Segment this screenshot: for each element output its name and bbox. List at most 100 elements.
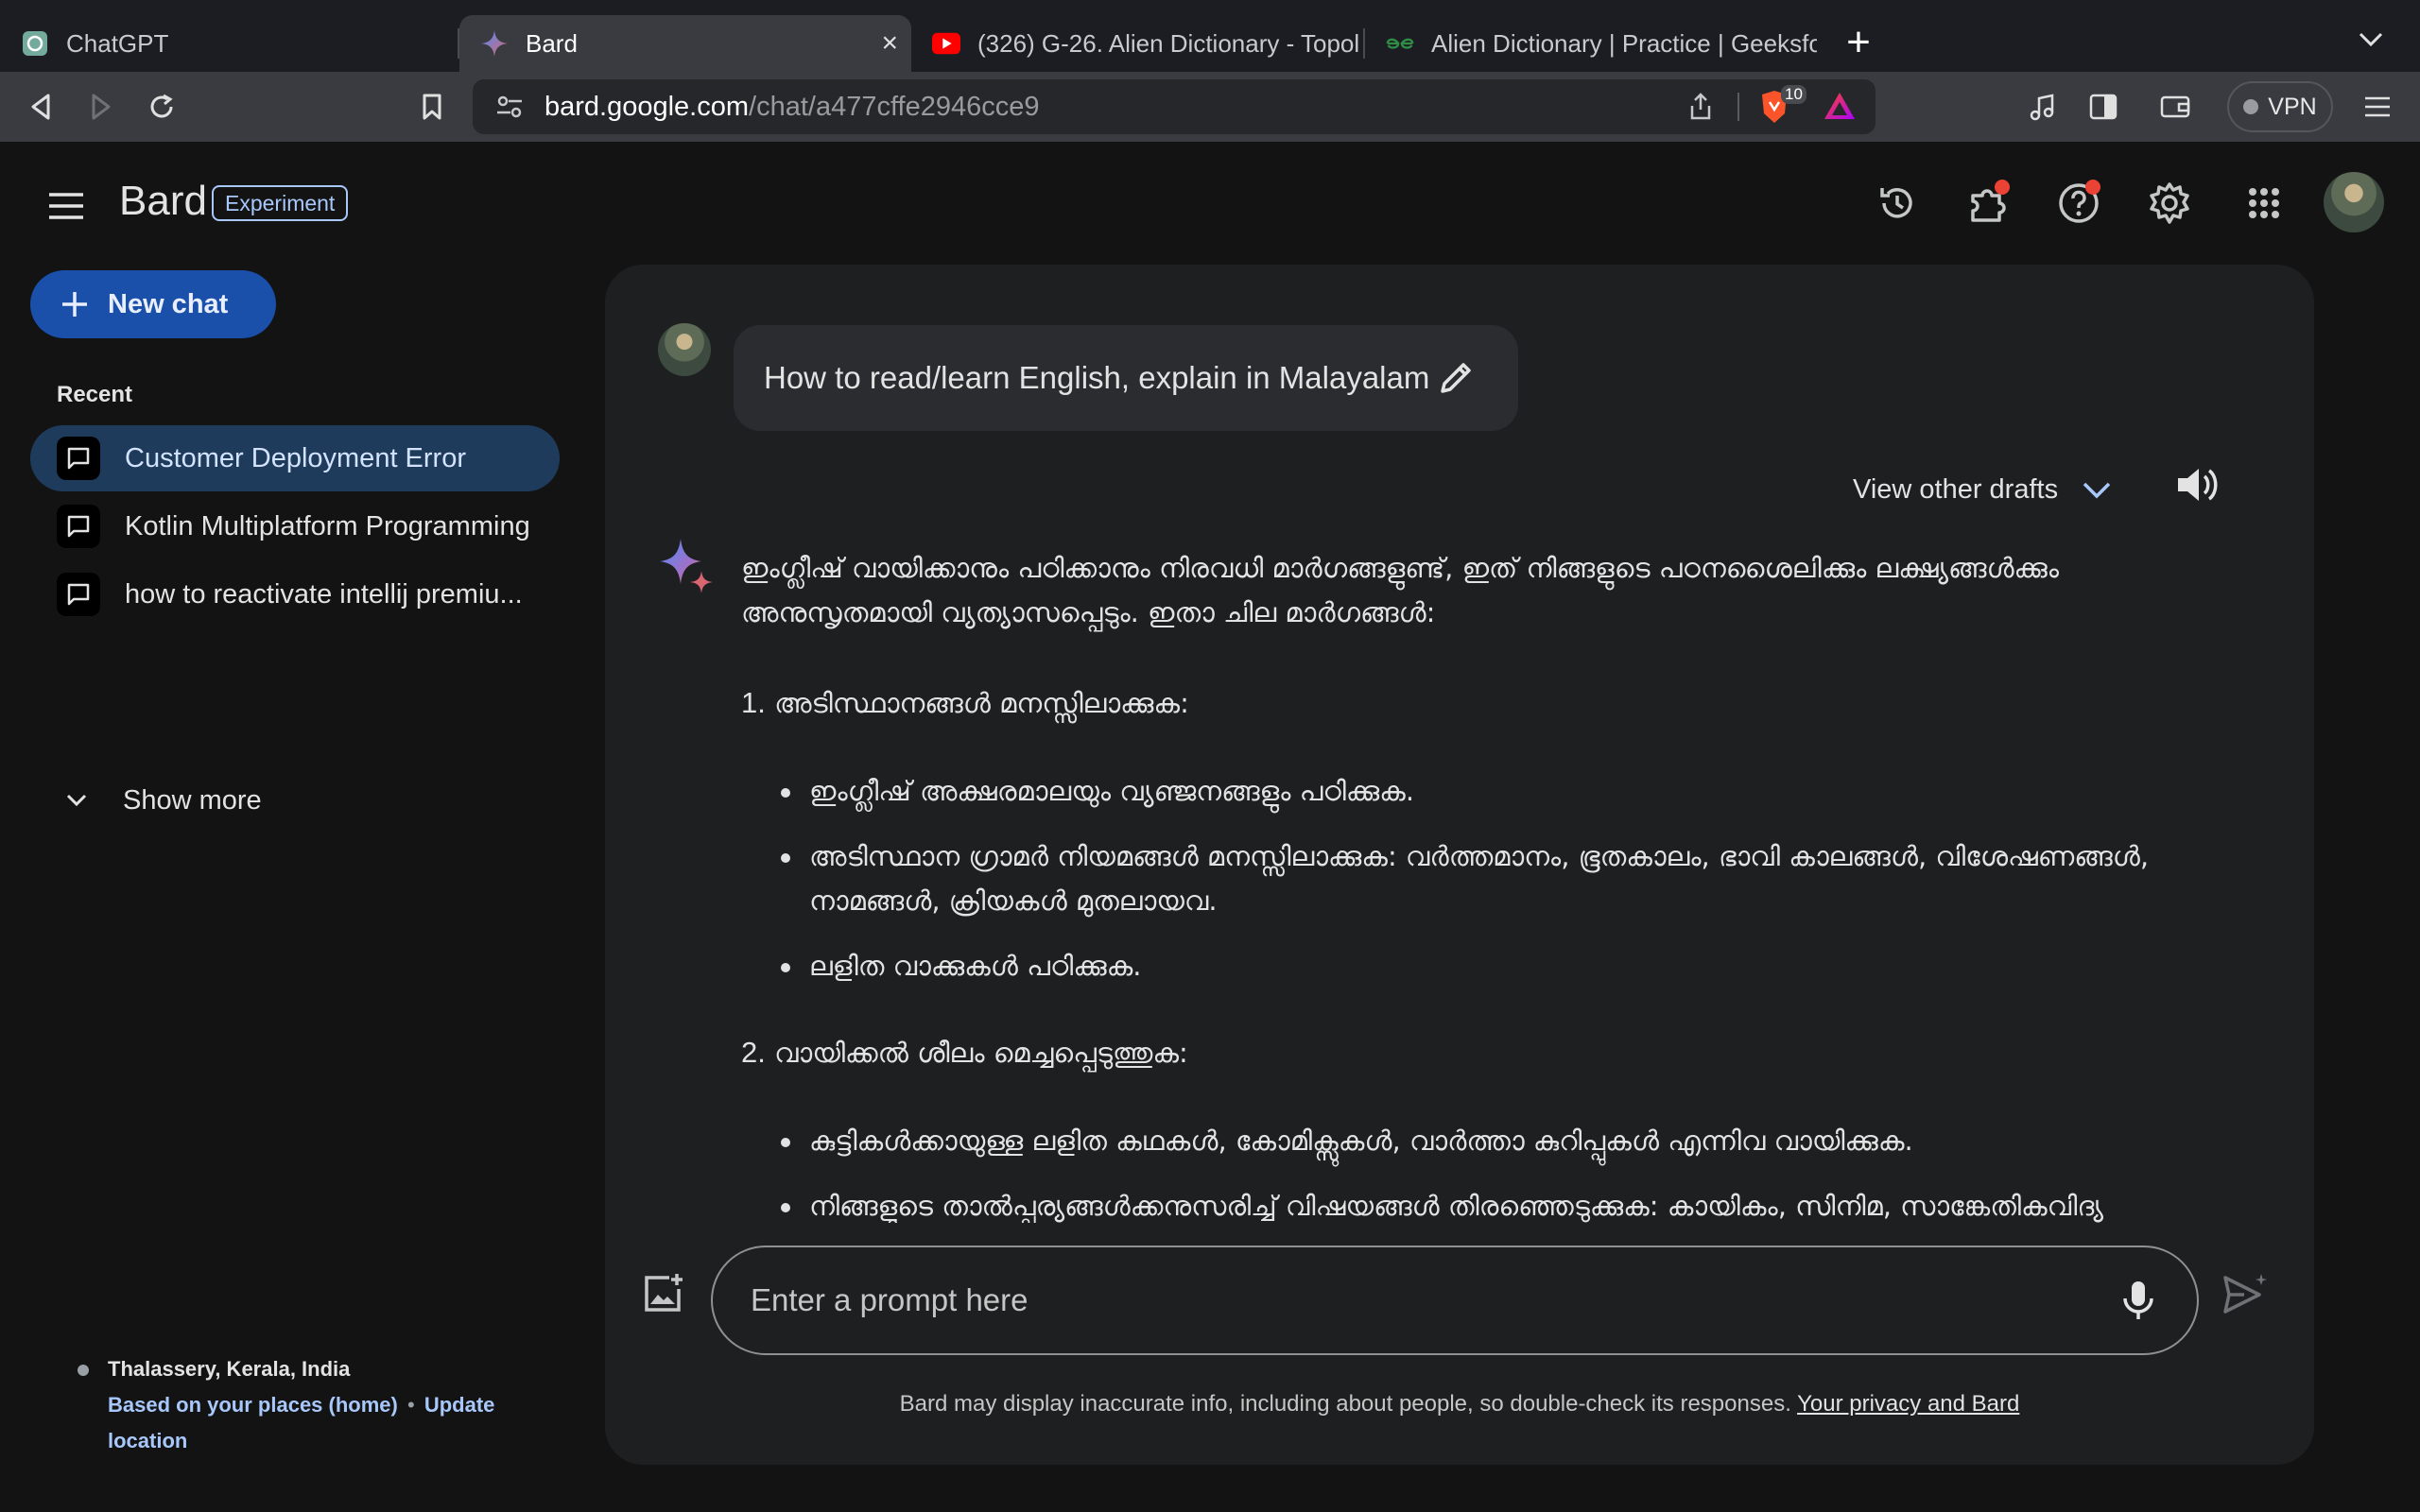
prompt-input[interactable]: Enter a prompt here [711, 1246, 2199, 1355]
bard-response: ഇംഗ്ലീഷ് വായിക്കാനും പഠിക്കാനും നിരവധി മ… [741, 546, 2197, 1270]
brave-rewards-icon[interactable] [1823, 91, 1857, 121]
back-icon[interactable] [17, 83, 64, 130]
vpn-status-dot [2243, 99, 2259, 114]
share-icon[interactable] [1688, 93, 1713, 121]
location-source-link[interactable]: Based on your places (home) [74, 1393, 398, 1417]
notification-dot [1995, 180, 2010, 195]
geeksforgeeks-icon [1386, 29, 1414, 58]
account-avatar[interactable] [2324, 172, 2384, 232]
recent-heading: Recent [57, 382, 133, 407]
recent-chat-item[interactable]: how to reactivate intellij premiu... [30, 561, 560, 627]
new-tab-button[interactable]: + [1840, 19, 1877, 66]
settings-gear-icon[interactable] [2136, 170, 2203, 236]
chat-panel: How to read/learn English, explain in Ma… [605, 265, 2314, 1465]
user-prompt-bubble: How to read/learn English, explain in Ma… [734, 325, 1518, 431]
user-prompt-text: How to read/learn English, explain in Ma… [764, 360, 1430, 395]
response-bullet: കുട്ടികൾക്കായുള്ള ലളിത കഥകൾ, കോമിക്സുകൾ,… [741, 1119, 2197, 1163]
browser-tabstrip: ChatGPT Bard × (326) G-26. Alien Diction… [0, 0, 2420, 72]
url-host: bard.google.com [544, 91, 750, 122]
response-bullet-list: കുട്ടികൾക്കായുള്ള ലളിത കഥകൾ, കോമിക്സുകൾ,… [741, 1119, 2197, 1228]
location-info: Thalassery, Kerala, India Based on your … [74, 1351, 494, 1459]
chevron-down-icon[interactable] [2352, 21, 2390, 59]
browser-menu-icon[interactable] [2354, 83, 2401, 130]
response-bullet: അടിസ്ഥാന ഗ്രാമർ നിയമങ്ങൾ മനസ്സിലാക്കുക: … [741, 834, 2197, 923]
new-chat-label: New chat [108, 288, 229, 319]
prompt-placeholder: Enter a prompt here [751, 1282, 1028, 1317]
show-more-label: Show more [123, 784, 262, 816]
bard-sparkle-icon [658, 537, 717, 595]
location-place: Thalassery, Kerala, India [74, 1351, 494, 1387]
recent-chat-item[interactable]: Customer Deployment Error [30, 425, 560, 491]
experiment-badge: Experiment [212, 185, 349, 221]
address-bar[interactable]: bard.google.com/chat/a477cffe2946cce9 10 [473, 79, 1876, 134]
upload-image-icon[interactable] [643, 1272, 696, 1325]
url-path: /chat/a477cffe2946cce9 [749, 91, 1040, 122]
vpn-label: VPN [2268, 93, 2317, 120]
response-bullet: ഇംഗ്ലീഷ് അക്ഷരമാലയും വ്യഞ്ജനങ്ങളും പഠിക്… [741, 769, 2197, 814]
response-bullet: നിങ്ങളുടെ താൽപ്പര്യങ്ങൾക്കനുസരിച്ച് വിഷയ… [741, 1184, 2197, 1228]
browser-toolbar: bard.google.com/chat/a477cffe2946cce9 10… [0, 72, 2420, 142]
bard-sparkle-icon [480, 29, 509, 58]
music-icon[interactable] [2019, 83, 2066, 130]
response-intro: ഇംഗ്ലീഷ് വായിക്കാനും പഠിക്കാനും നിരവധി മ… [741, 552, 2059, 628]
response-section-heading: 1. അടിസ്ഥാനങ്ങൾ മനസ്സിലാക്കുക: [741, 686, 1189, 719]
view-drafts-label: View other drafts [1853, 474, 2059, 505]
response-bullet: ലളിത വാക്കുകൾ പഠിക്കുക. [741, 944, 2197, 988]
sidebar-toggle-icon[interactable] [2080, 83, 2127, 130]
bookmark-icon[interactable] [408, 83, 456, 130]
close-icon[interactable]: × [881, 27, 898, 60]
apps-grid-icon[interactable] [2231, 170, 2297, 236]
response-section-heading: 2. വായിക്കൽ ശീലം മെച്ചപ്പെടുത്തുക: [741, 1036, 1188, 1069]
site-settings-icon[interactable] [495, 94, 524, 120]
notification-dot [2085, 180, 2100, 195]
show-more-button[interactable]: Show more [66, 777, 262, 824]
new-chat-button[interactable]: New chat [30, 270, 276, 338]
vpn-button[interactable]: VPN [2227, 81, 2333, 132]
chat-bubble-icon [57, 505, 100, 548]
youtube-icon [932, 29, 960, 58]
shields-count-badge: 10 [1781, 85, 1806, 104]
forward-icon[interactable] [78, 83, 125, 130]
recent-chat-label: Customer Deployment Error [125, 442, 466, 473]
edit-pencil-icon[interactable] [1437, 357, 1478, 399]
response-bullet-list: ഇംഗ്ലീഷ് അക്ഷരമാലയും വ്യഞ്ജനങ്ങളും പഠിക്… [741, 769, 2197, 988]
speaker-icon[interactable] [2174, 463, 2231, 520]
tab-bard[interactable]: Bard × [459, 15, 911, 72]
recent-chat-label: Kotlin Multiplatform Programming [125, 510, 530, 541]
tab-title: Alien Dictionary | Practice | Geeksfo [1431, 28, 1817, 58]
chevron-down-icon [2083, 482, 2111, 499]
microphone-icon[interactable] [2116, 1278, 2161, 1323]
user-avatar [658, 323, 711, 376]
app-brand: Bard [119, 178, 207, 224]
disclaimer-text: Bard may display inaccurate info, includ… [899, 1391, 1791, 1417]
recent-chat-item[interactable]: Kotlin Multiplatform Programming [30, 493, 560, 559]
plus-icon [60, 290, 89, 318]
tab-geeksforgeeks[interactable]: Alien Dictionary | Practice | Geeksfo [1365, 15, 1817, 72]
prompt-area: Enter a prompt here Bard may display ina… [605, 1223, 2314, 1465]
chat-bubble-icon [57, 437, 100, 480]
update-location-link[interactable]: Update [424, 1393, 495, 1417]
update-location-link-cont[interactable]: location [74, 1429, 187, 1452]
send-icon[interactable] [2221, 1272, 2274, 1325]
tab-youtube[interactable]: (326) G-26. Alien Dictionary - Topol [911, 15, 1363, 72]
recent-chat-label: how to reactivate intellij premiu... [125, 578, 523, 610]
tab-title: Bard [526, 28, 578, 58]
help-icon[interactable] [2046, 170, 2112, 236]
reload-icon[interactable] [138, 83, 185, 130]
tab-title: ChatGPT [66, 28, 169, 58]
wallet-icon[interactable] [2152, 83, 2199, 130]
toolbar-divider [1737, 93, 1739, 121]
disclaimer: Bard may display inaccurate info, includ… [605, 1391, 2314, 1418]
location-separator: • [406, 1393, 415, 1417]
hamburger-menu-icon[interactable] [47, 185, 89, 227]
extensions-icon[interactable] [1955, 170, 2021, 236]
history-icon[interactable] [1864, 170, 1930, 236]
privacy-link[interactable]: Your privacy and Bard [1797, 1391, 2019, 1417]
view-other-drafts-button[interactable]: View other drafts [1853, 474, 2111, 506]
tab-chatgpt[interactable]: ChatGPT [0, 15, 454, 72]
tab-title: (326) G-26. Alien Dictionary - Topol [977, 28, 1360, 58]
chevron-down-icon [66, 794, 87, 807]
chatgpt-icon [21, 29, 49, 58]
chat-bubble-icon [57, 573, 100, 616]
bard-app: Bard Experiment New chat Recent Customer… [0, 142, 2420, 1512]
